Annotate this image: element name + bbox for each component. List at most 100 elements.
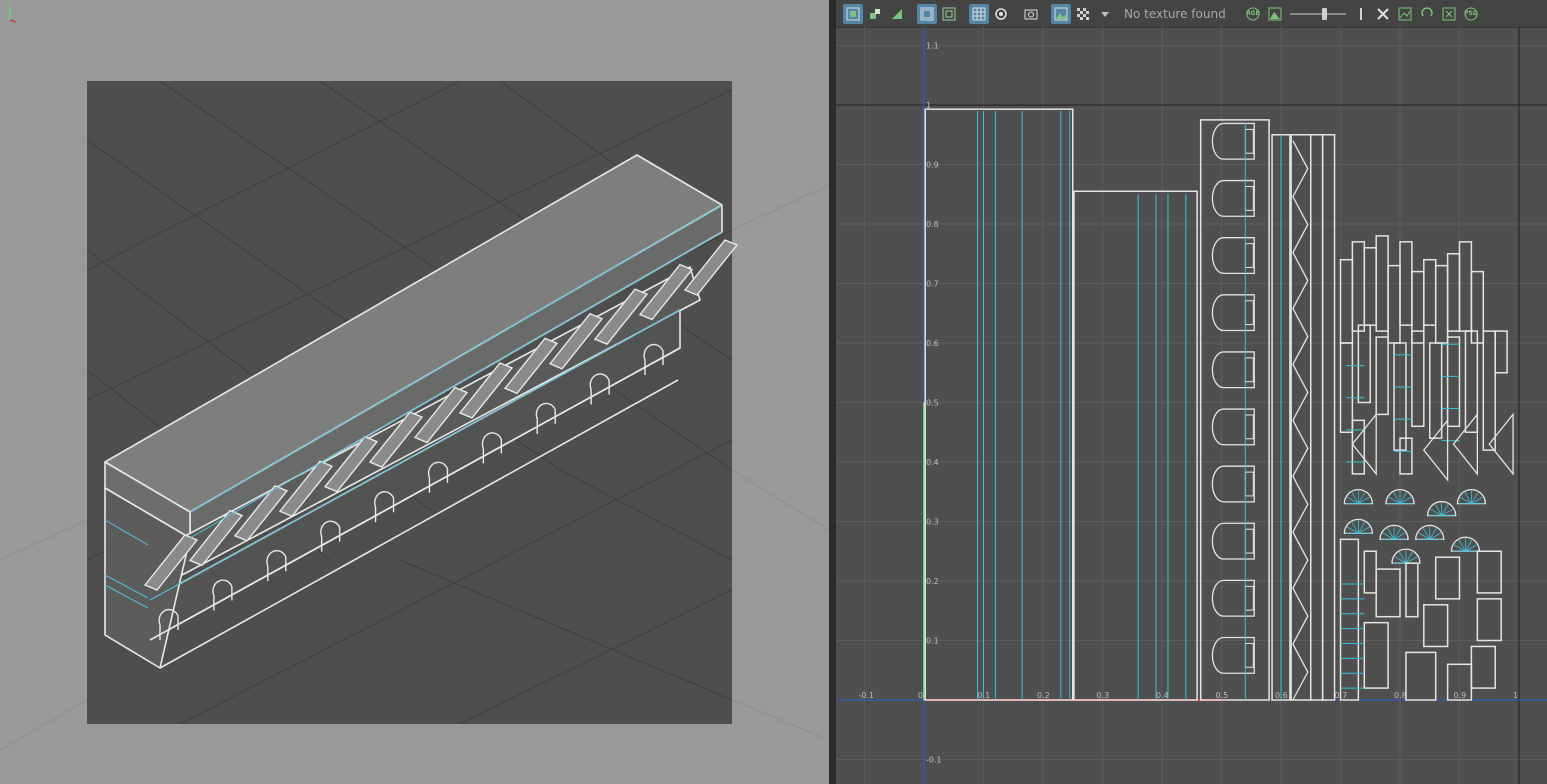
uv-tool-shell[interactable] [865, 4, 885, 24]
uv-shell-brick[interactable] [1411, 270, 1425, 344]
uv-arch-inner [1244, 128, 1254, 154]
slider-thumb[interactable] [1321, 7, 1327, 20]
uv-arch [1211, 351, 1255, 389]
u-tick-label: -0.1 [859, 691, 875, 700]
uv-shell-quad[interactable] [1339, 538, 1360, 701]
uv-shell-quad[interactable] [1405, 651, 1437, 701]
uv-toggle-image[interactable] [1051, 3, 1071, 24]
wire-frame-icon [942, 7, 956, 20]
uv-shell-side-slab[interactable] [1073, 190, 1198, 701]
uv-snapshot[interactable] [1021, 4, 1041, 24]
uv-shell-brick[interactable] [1494, 330, 1508, 374]
uv-shell-quad[interactable] [1476, 550, 1502, 594]
uv-psd-label: PSD [1464, 10, 1478, 17]
uv-image-ratio[interactable] [1395, 4, 1415, 24]
uv-alpha-channel[interactable] [1265, 4, 1285, 24]
uv-shell-strip-b[interactable] [1321, 134, 1336, 701]
uv-shell-brick[interactable] [1411, 330, 1425, 428]
pixel-snap-icon [995, 7, 1007, 20]
uv-shell-top-slab[interactable] [924, 108, 1074, 701]
uv-triangle-shell[interactable] [1422, 418, 1449, 482]
uv-grid-align[interactable] [1373, 4, 1393, 24]
uv-triangle-shell[interactable] [1488, 412, 1514, 476]
uv-shell-brick[interactable] [1446, 336, 1461, 428]
uv-arch [1211, 179, 1255, 217]
v-tick-label: 0.1 [926, 637, 939, 646]
u-tick-label: 0.3 [1097, 691, 1110, 700]
uv-zigzag [1292, 140, 1309, 701]
uv-shell-brick[interactable] [1387, 264, 1401, 344]
uv-shell-brick[interactable] [1434, 264, 1449, 344]
image-icon [1054, 7, 1068, 20]
uv-toggle-grid[interactable] [969, 3, 989, 24]
uv-rotate[interactable] [1417, 4, 1437, 24]
uv-shell-brick[interactable] [1363, 247, 1377, 326]
v-tick-label: 0.2 [926, 577, 939, 586]
grid-select-icon [846, 7, 860, 20]
uv-shell-arch-strip[interactable] [1199, 119, 1270, 701]
uv-shell-brick[interactable] [1446, 253, 1461, 332]
uv-shell-quad[interactable] [1405, 562, 1419, 618]
uv-shell-quad[interactable] [1470, 645, 1496, 689]
u-tick-label: 0.4 [1156, 691, 1169, 700]
uv-toggle-pixel[interactable] [991, 4, 1011, 24]
rotate-icon [1421, 6, 1433, 16]
u-tick-label: 0.8 [1394, 691, 1407, 700]
uv-toggle-wire[interactable] [939, 4, 959, 24]
uv-texture-dropdown[interactable] [1095, 4, 1115, 24]
uv-shell-quad[interactable] [1363, 621, 1389, 689]
bridge-model-wireframe[interactable] [0, 0, 829, 784]
uv-shell-brick[interactable] [1429, 342, 1443, 439]
camera-icon [1024, 9, 1038, 19]
uv-arch [1211, 122, 1255, 160]
exposure-slider[interactable] [1290, 7, 1346, 21]
uv-tool-select[interactable] [843, 3, 863, 24]
slider-track [1290, 12, 1346, 15]
uv-toggle-shade[interactable] [917, 3, 937, 24]
uv-shell-brick[interactable] [1458, 241, 1473, 332]
shaded-frame-icon [920, 7, 934, 20]
uv-arch-inner [1244, 414, 1254, 440]
uv-shell-quad[interactable] [1434, 556, 1461, 600]
uv-arch [1211, 294, 1255, 332]
panel-divider[interactable] [829, 0, 836, 784]
uv-rgb-channels[interactable]: RGB [1243, 4, 1263, 24]
uv-texture-canvas[interactable]: 1.1 1 0.9 0.8 0.7 0.6 0.5 0.4 0.3 0.2 0.1 -0.1 -0.1 0… [836, 27, 1547, 784]
uv-shell-quad[interactable] [1476, 598, 1502, 642]
uv-shell-brick[interactable] [1357, 324, 1371, 404]
perspective-viewport[interactable]: Y [0, 0, 829, 784]
uv-shell-brick[interactable] [1351, 241, 1366, 332]
v-tick-label: -0.1 [926, 756, 942, 765]
uv-toggle-checker[interactable] [1073, 4, 1093, 24]
uv-shell-brick[interactable] [1339, 342, 1354, 433]
uv-grid [836, 27, 1547, 784]
uv-tool-face[interactable] [887, 4, 907, 24]
uv-arch-inner [1244, 186, 1254, 211]
uv-arch [1211, 579, 1255, 617]
uv-arch [1211, 636, 1255, 674]
u-tick-label: 0.2 [1037, 691, 1050, 700]
uv-arch [1211, 408, 1255, 446]
uv-psd[interactable]: PSD [1461, 4, 1481, 24]
u-tick-label: 0.5 [1216, 691, 1229, 700]
bridge-mesh [104, 154, 723, 669]
grid-icon [972, 7, 986, 20]
texture-status: No texture found [1124, 6, 1226, 21]
uv-shell-brick[interactable] [1339, 258, 1354, 344]
uv-shell-brick[interactable] [1482, 330, 1496, 451]
uv-close-image[interactable] [1439, 4, 1459, 24]
uv-shell-quad[interactable] [1363, 550, 1377, 594]
uv-editor-panel[interactable]: No texture found RGB PSD 1.1 1 0.9 0.8 0.7 0.6… [836, 0, 1547, 784]
v-tick-label: 0.6 [926, 339, 939, 348]
v-tick-label: 0.7 [926, 280, 939, 289]
exposure-icon [1360, 7, 1362, 20]
axis-gizmo-icon: Y [6, 0, 17, 23]
uv-shell-strip-a[interactable] [1310, 134, 1324, 701]
uv-exposure-reset[interactable] [1351, 4, 1371, 24]
v-tick-label: 1.1 [926, 42, 939, 51]
uv-rgb-channels-label: RGB [1245, 10, 1261, 17]
uv-shell-quad[interactable] [1375, 568, 1401, 618]
v-tick-label: 0.9 [926, 161, 939, 170]
uv-shell-brick[interactable] [1423, 258, 1437, 326]
uv-arch-inner [1244, 300, 1254, 326]
